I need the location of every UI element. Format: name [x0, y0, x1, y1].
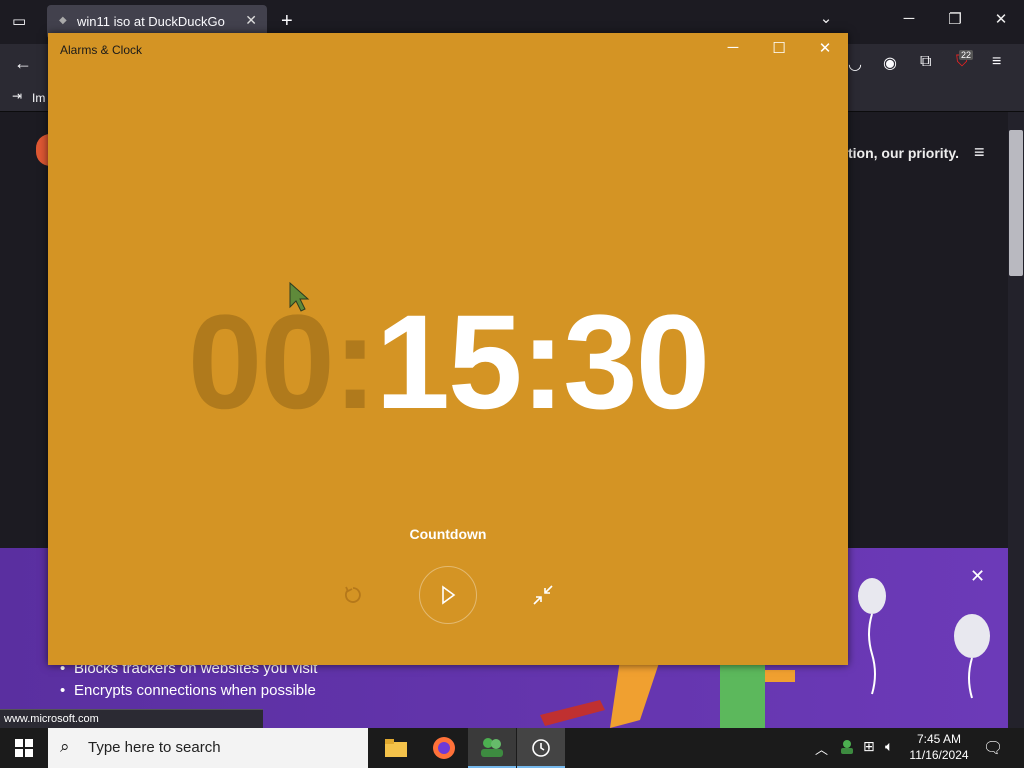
tray-chevron-up-icon[interactable]: ︿ — [815, 739, 828, 758]
firefox-button[interactable] — [420, 728, 468, 768]
start-button[interactable] — [0, 728, 48, 768]
account-icon[interactable]: ◉ — [883, 53, 897, 73]
promo-item: Encrypts connections when possible — [60, 682, 316, 699]
firefox-icon — [433, 737, 455, 759]
taskbar-clock[interactable]: 7:45 AM 11/16/2024 — [908, 731, 970, 763]
notifications-icon[interactable]: 🗨︎ — [983, 738, 1003, 758]
extensions-icon[interactable]: ⧉ — [920, 53, 931, 71]
users-icon — [481, 738, 503, 757]
compact-overlay-button[interactable] — [514, 566, 572, 624]
windows-logo-icon — [15, 739, 33, 757]
balloons-illustration-icon — [858, 578, 990, 699]
users-app-button[interactable] — [468, 728, 516, 768]
import-bookmarks-link[interactable]: Im — [32, 91, 45, 105]
pocket-icon[interactable]: ◡ — [848, 54, 862, 74]
play-icon — [442, 585, 456, 605]
taskbar-search-box[interactable]: ⌕ Type here to search — [48, 728, 368, 768]
network-icon[interactable]: ⊞ — [863, 738, 875, 755]
file-explorer-button[interactable] — [372, 728, 420, 768]
timer-minutes-seconds: 15:30 — [375, 288, 710, 437]
alarm-clock-icon — [532, 739, 550, 757]
alarms-clock-taskbar-button[interactable] — [517, 728, 565, 768]
clock-date: 11/16/2024 — [909, 748, 969, 762]
back-arrow-icon[interactable]: ← — [14, 53, 32, 74]
page-tagline: tion, our priority. — [848, 145, 959, 161]
scrollbar-thumb[interactable] — [1009, 130, 1023, 276]
menu-hamburger-icon[interactable]: ≡ — [992, 53, 1001, 71]
close-window-icon[interactable]: ✕ — [810, 39, 840, 57]
import-bookmarks-icon[interactable]: ⇥ — [12, 89, 22, 103]
windows-taskbar: ⌕ Type here to search ︿ ⊞ 🔈︎ 7:45 AM 11/… — [0, 728, 1024, 768]
tab-close-icon[interactable]: ✕ — [245, 12, 257, 29]
clock-time: 7:45 AM — [916, 732, 962, 746]
site-menu-icon[interactable]: ≡ — [974, 142, 985, 163]
minimize-icon[interactable]: ─ — [894, 10, 924, 27]
minimize-icon[interactable]: ─ — [718, 39, 748, 56]
timer-label: Countdown — [409, 526, 487, 542]
reset-button[interactable] — [324, 566, 382, 624]
play-button[interactable] — [419, 566, 477, 624]
status-url: www.microsoft.com — [0, 709, 263, 728]
volume-icon[interactable]: 🔈︎ — [885, 738, 893, 755]
window-title: Alarms & Clock — [60, 43, 143, 57]
new-tab-button[interactable]: + — [281, 10, 293, 33]
countdown-timer: 00:15:30 — [48, 288, 848, 438]
ublock-badge: 22 — [959, 50, 974, 60]
tray-users-icon[interactable] — [838, 738, 856, 756]
reset-icon — [345, 586, 361, 603]
tab-list-icon[interactable]: ▭ — [12, 12, 26, 30]
maximize-icon[interactable]: ☐ — [764, 39, 794, 57]
timer-hours: 00: — [187, 288, 378, 437]
collapse-arrows-icon — [533, 585, 553, 605]
folder-icon — [385, 739, 407, 757]
restore-icon[interactable]: ❐ — [940, 10, 970, 28]
duckduckgo-favicon-icon: ◆ — [59, 15, 67, 26]
tab-overflow-chevron-icon[interactable]: ⌄ — [811, 9, 841, 27]
tab-title: win11 iso at DuckDuckGo — [77, 14, 225, 29]
search-icon: ⌕ — [60, 737, 70, 756]
close-window-icon[interactable]: ✕ — [986, 10, 1016, 28]
alarms-clock-window: Alarms & Clock ─ ☐ ✕ 00:15:30 Countdown — [48, 33, 848, 665]
people-illustration-icon — [540, 660, 795, 728]
search-placeholder: Type here to search — [88, 739, 221, 756]
